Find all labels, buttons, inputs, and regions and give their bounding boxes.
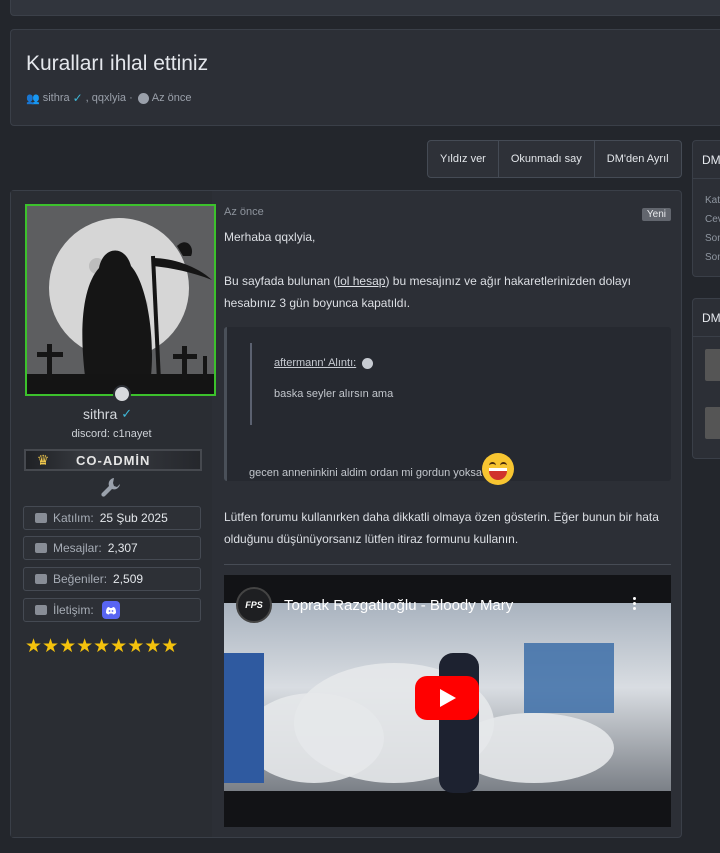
stat-key: İletişim: [53,603,94,617]
participant-avatar[interactable] [705,349,720,381]
verified-icon: ✓ [121,406,133,421]
barrier [224,653,264,783]
quote-author[interactable]: aftermann' Alıntı: [274,357,374,369]
more-options-icon[interactable] [633,597,637,611]
messages-icon [35,543,47,553]
channel-avatar[interactable]: FPS [236,587,272,623]
quote-reply-text: gecen anneninkini aldim ordan mi gordun … [249,467,482,479]
quote-block: aftermann' Alıntı: baska seyler alırsın … [224,327,671,485]
stat-likes: Beğeniler: 2,509 [23,567,201,591]
thread-header: Kuralları ihlal ettiniz 👥 sithra ✓ , qqx… [10,29,720,126]
stat-contact: İletişim: [23,598,201,622]
stat-value: 2,509 [113,572,144,586]
message-body: Az önce Yeni Merhaba qqxlyia, Bu sayfada… [224,206,671,314]
notice-paragraph: Bu sayfada bulunan (lol hesap) bu mesajı… [224,270,671,314]
stat-value: 2,307 [107,541,138,555]
widget-title: DM [693,141,720,179]
username[interactable]: sithra ✓ [83,406,132,422]
message-time[interactable]: Az önce [224,206,671,218]
greeting: Merhaba qqxlyia, [224,230,316,244]
thread-time: Az önce [151,92,192,104]
users-icon: 👥 [26,92,40,105]
notice-text: Bu sayfada bulunan ( [224,274,338,288]
youtube-embed[interactable]: FPS Toprak Razgatlıoğlu - Bloody Mary [224,575,671,827]
stat-key: Beğeniler: [53,572,108,586]
message-post: sithra ✓ discord: c1nayet ♛ CO-ADMİN Kat… [10,190,682,838]
user-info-column: sithra ✓ discord: c1nayet ♛ CO-ADMİN Kat… [11,191,216,837]
thread-meta: 👥 sithra ✓ , qqxlyia · Az önce [26,91,192,105]
leave-dm-button[interactable]: DM'den Ayrıl [595,141,681,177]
widget-line: Kat [705,195,720,206]
page-title: Kuralları ihlal ettiniz [26,52,209,75]
discord-handle: discord: c1nayet [71,428,152,440]
verified-icon: ✓ [72,91,83,105]
arrow-up-icon[interactable] [362,357,374,369]
rating-stars: ★★★★★★★★★ [25,636,179,657]
widget-line: Son [705,233,720,244]
new-badge: Yeni [641,208,671,221]
closing-paragraph: Lütfen forumu kullanırken daha dikkatli … [224,510,659,546]
clock-icon [137,92,149,104]
crowd [524,643,614,713]
rider [439,653,479,793]
discord-icon[interactable] [101,601,120,619]
username-label: sithra [83,406,118,422]
lol-hesap-link[interactable]: lol hesap [337,274,385,288]
widget-line: Cev [705,214,720,225]
breadcrumb-bar [10,0,720,16]
divider [224,564,671,565]
participant-link[interactable]: sithra [43,92,70,104]
calendar-icon [35,513,47,523]
rank-label: CO-ADMİN [76,452,151,468]
wrench-icon [101,478,120,497]
smoke [244,693,384,783]
sidebar-widget-dm-participants: DM [692,298,720,459]
stat-value: 25 Şub 2025 [99,511,168,525]
stat-messages[interactable]: Mesajlar: 2,307 [23,536,201,560]
crown-icon: ♛ [36,451,50,468]
quote-reply: gecen anneninkini aldim ordan mi gordun … [249,447,514,485]
star-button[interactable]: Yıldız ver [428,141,499,177]
rank-banner: ♛ CO-ADMİN [24,449,202,471]
stat-key: Mesajlar: [53,541,102,555]
widget-line: Son [705,252,720,263]
video-title[interactable]: Toprak Razgatlıoğlu - Bloody Mary [284,597,513,614]
thumbs-up-icon [35,574,47,584]
participant-avatar[interactable] [705,407,720,439]
stat-joined: Katılım: 25 Şub 2025 [23,506,201,530]
mark-unread-button[interactable]: Okunmadı say [499,141,595,177]
avatar-image [27,206,214,394]
emoji-mouth [488,468,507,480]
quote-text: baska seyler alırsın ama [274,388,394,400]
share-icon [35,605,47,615]
nested-quote: aftermann' Alıntı: baska seyler alırsın … [250,343,655,425]
online-status-icon [113,385,131,403]
stat-key: Katılım: [53,511,94,525]
sidebar-widget-dm-info: DM Kat Cev Son Son [692,140,720,277]
avatar[interactable] [25,204,216,396]
thread-actions: Yıldız ver Okunmadı say DM'den Ayrıl [427,140,682,178]
play-button[interactable] [415,676,479,720]
laughing-emoji-icon [481,453,514,485]
quote-author-label: aftermann' Alıntı: [274,357,357,369]
widget-title: DM [693,299,720,337]
emoji-eye [499,462,507,466]
emoji-eye [488,462,496,466]
participants-rest: , qqxlyia · [85,92,133,104]
